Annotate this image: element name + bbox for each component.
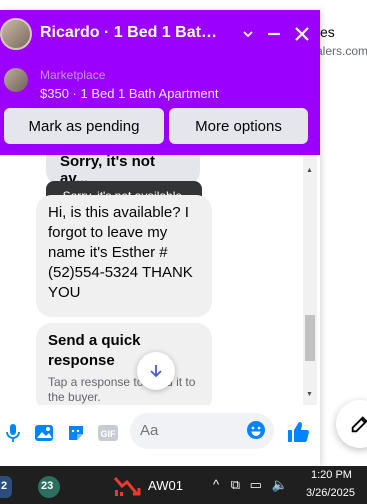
incoming-message[interactable]: Hi, is this available? I forgot to leave… bbox=[36, 195, 212, 317]
more-options-button[interactable]: More options bbox=[169, 108, 308, 144]
avatar[interactable] bbox=[0, 18, 32, 50]
microphone-icon[interactable] bbox=[2, 422, 24, 444]
compose-icon bbox=[351, 416, 367, 433]
chat-title[interactable]: Ricardo · 1 Bed 1 Bath Apa... bbox=[40, 24, 220, 42]
scroll-down-arrow[interactable]: ▼ bbox=[306, 391, 313, 398]
like-icon[interactable] bbox=[285, 419, 311, 445]
sticker-icon[interactable] bbox=[65, 422, 87, 444]
close-icon[interactable] bbox=[290, 22, 314, 46]
message-input-box[interactable] bbox=[130, 413, 274, 449]
clock-date[interactable]: 3/26/2025 bbox=[306, 487, 355, 499]
message-input[interactable] bbox=[140, 422, 240, 439]
gif-icon[interactable]: GIF bbox=[97, 422, 119, 444]
scroll-up-arrow[interactable]: ▲ bbox=[306, 167, 313, 174]
arrow-down-icon bbox=[150, 365, 162, 378]
volume-icon[interactable]: 🔈 bbox=[272, 477, 288, 492]
weather-badge[interactable]: 23 bbox=[38, 476, 60, 498]
system-tray[interactable]: ^ ⧉ ▭ 🔈 bbox=[213, 477, 288, 493]
listing-title[interactable]: $350 · 1 Bed 1 Bath Apartment bbox=[40, 86, 219, 101]
scrollbar[interactable]: ▲ ▼ bbox=[303, 155, 317, 405]
chat-header: Ricardo · 1 Bed 1 Bath Apa... Marketplac… bbox=[0, 10, 320, 155]
scroll-to-bottom-button[interactable] bbox=[137, 352, 175, 390]
minimize-icon[interactable] bbox=[262, 22, 286, 46]
svg-text:GIF: GIF bbox=[101, 429, 117, 439]
listing-avatar bbox=[4, 68, 28, 92]
taskbar-app-badge[interactable]: 2 bbox=[0, 476, 12, 498]
emoji-icon[interactable] bbox=[246, 420, 268, 442]
stock-chart-icon[interactable] bbox=[112, 474, 142, 498]
stock-label[interactable]: AW01 bbox=[148, 478, 183, 493]
photo-icon[interactable] bbox=[33, 422, 55, 444]
message-list: Sorry, it's not av... Sorry, it's not av… bbox=[0, 155, 320, 405]
background-url: alers.com bbox=[316, 44, 367, 58]
quick-response-title: Send a quick response bbox=[48, 332, 141, 369]
taskbar: 2 23 AW01 ^ ⧉ ▭ 🔈 1:20 PM 3/26/2025 bbox=[0, 466, 367, 504]
camera-icon[interactable]: ⧉ bbox=[231, 477, 240, 492]
network-icon[interactable]: ▭ bbox=[250, 477, 262, 492]
clock-time[interactable]: 1:20 PM bbox=[311, 469, 352, 481]
message-composer: GIF bbox=[0, 405, 320, 466]
mark-as-pending-button[interactable]: Mark as pending bbox=[4, 108, 164, 144]
chevron-down-icon[interactable] bbox=[236, 22, 260, 46]
quick-response-description: Tap a response to send it to the buyer. bbox=[48, 375, 196, 404]
quick-response-card[interactable]: Send a quick response Tap a response to … bbox=[36, 323, 212, 405]
scrollbar-thumb[interactable] bbox=[305, 315, 315, 361]
background-text: es bbox=[320, 24, 335, 40]
marketplace-label: Marketplace bbox=[40, 68, 106, 82]
new-message-button[interactable] bbox=[336, 400, 367, 448]
chat-window: Ricardo · 1 Bed 1 Bath Apa... Marketplac… bbox=[0, 10, 320, 466]
chevron-up-icon[interactable]: ^ bbox=[213, 477, 219, 492]
